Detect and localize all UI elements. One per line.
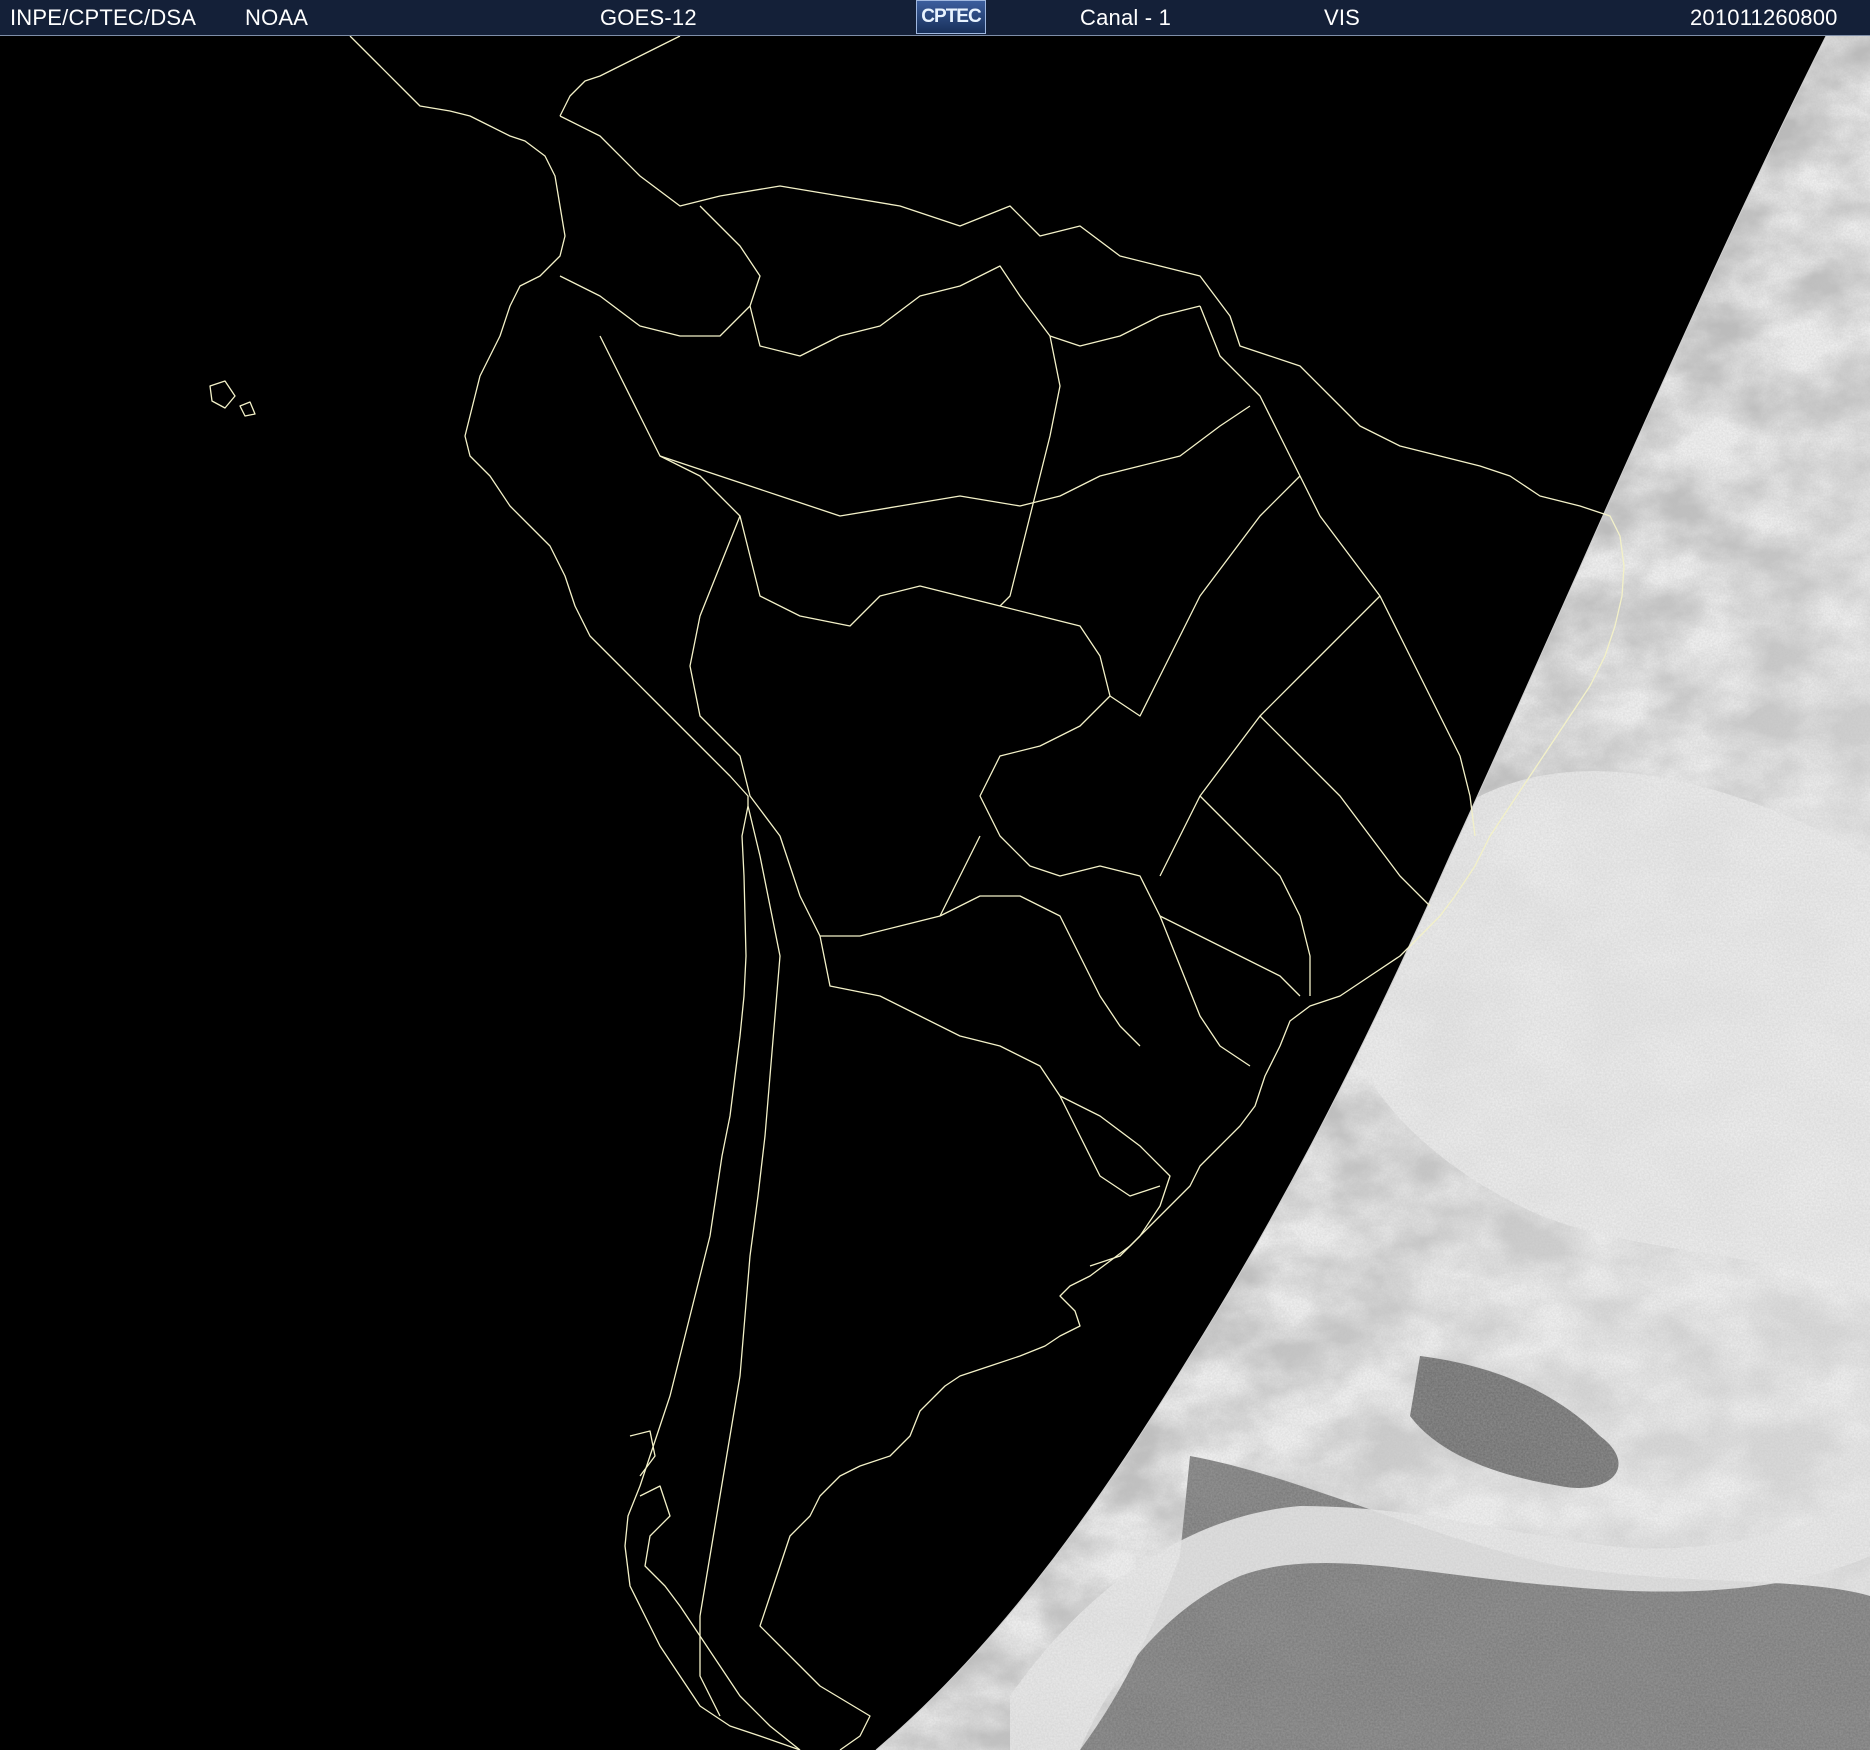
image-header-bar: INPE/CPTEC/DSA NOAA GOES-12 CPTEC Canal … (0, 0, 1870, 36)
caribbean-coastline (559, 36, 681, 117)
border-paraguay (939, 895, 1141, 1047)
border-uruguay (1059, 1095, 1171, 1267)
border-colombia-venezuela (559, 205, 761, 337)
galapagos-islands (209, 380, 256, 417)
band-label: VIS (1324, 5, 1361, 30)
amazon-river (659, 405, 1251, 517)
patagonia-islands (629, 1430, 801, 1750)
agency-label: NOAA (245, 5, 309, 30)
border-amazon-north (749, 265, 1201, 357)
cptec-logo: CPTEC (916, 0, 986, 34)
pacific-coastline (349, 36, 801, 1750)
daylight-sector (875, 36, 1870, 1750)
satellite-image-viewer: INPE/CPTEC/DSA NOAA GOES-12 CPTEC Canal … (0, 0, 1870, 1750)
border-chile-argentina (699, 805, 781, 1717)
satellite-map-svg (209, 36, 1870, 1750)
timestamp-label: 201011260800 (1690, 5, 1838, 30)
channel-label: Canal - 1 (1080, 5, 1172, 30)
logo-text: CPTEC (921, 6, 981, 27)
border-argentina-north (819, 935, 1161, 1197)
satellite-map-panel (0, 36, 1870, 1750)
brazil-state-lines (999, 305, 1476, 997)
grain-overlay (876, 36, 1870, 1750)
border-bolivia (689, 515, 981, 937)
satellite-label: GOES-12 (600, 5, 697, 30)
organization-label: INPE/CPTEC/DSA (10, 5, 197, 30)
